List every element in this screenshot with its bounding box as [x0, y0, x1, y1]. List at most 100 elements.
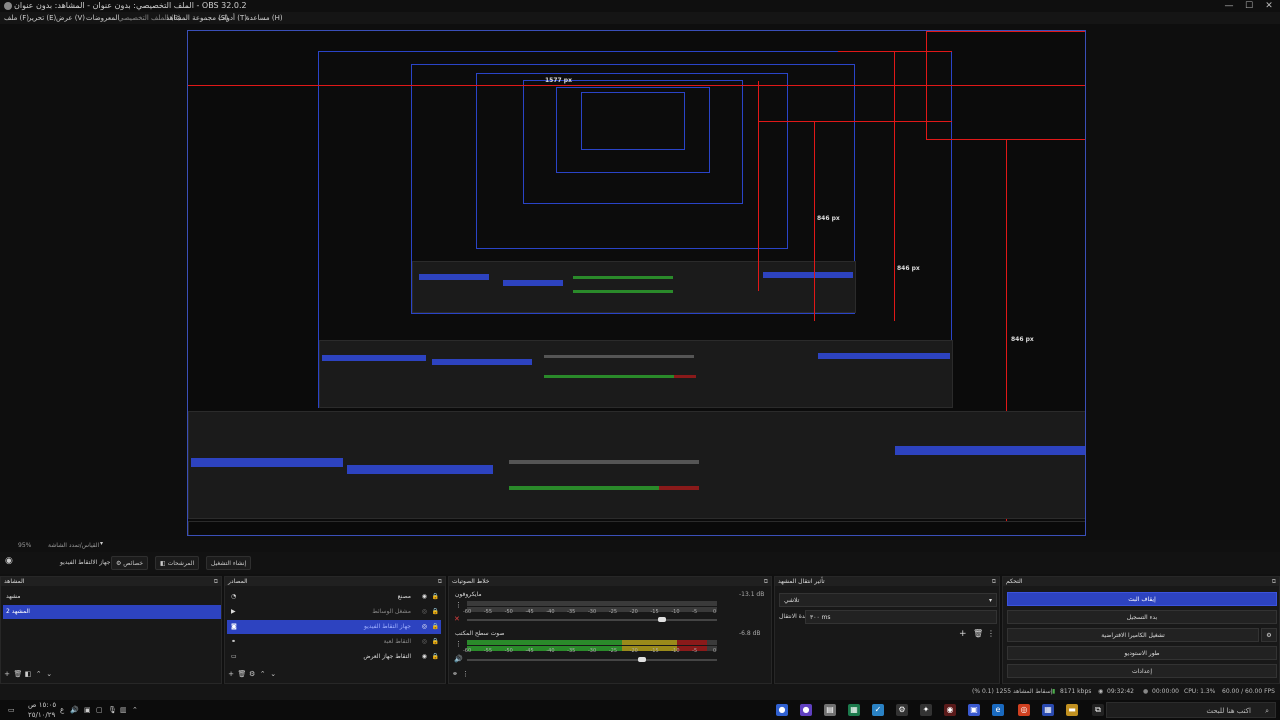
- studio-mode-button[interactable]: إنشاء التشغيل: [206, 556, 252, 570]
- network-icon[interactable]: ▣: [84, 700, 91, 720]
- source-type-icon: ▶: [231, 608, 236, 615]
- lock-icon[interactable]: 🔒: [432, 620, 439, 634]
- settings-button[interactable]: إعدادات: [1007, 664, 1277, 678]
- task-view-icon[interactable]: ⧉: [1092, 704, 1104, 716]
- source-label: مشغل الوسائط: [372, 608, 411, 615]
- folder-icon[interactable]: ▬: [1066, 704, 1078, 716]
- menu-tools[interactable]: أدوات (T): [218, 12, 247, 24]
- more-icon[interactable]: ⋮: [462, 670, 470, 678]
- menu-view[interactable]: عرض (V): [56, 12, 85, 24]
- clock-date[interactable]: ٢٥/١٠/٢٩: [28, 710, 55, 720]
- source-item[interactable]: ⚭ التقاط لعبة ◎ 🔒: [227, 635, 441, 649]
- dock-menu-icon[interactable]: ⧉: [764, 577, 768, 586]
- volume-slider-knob[interactable]: [658, 617, 666, 622]
- zoom-dropdown-icon[interactable]: ▾: [100, 540, 103, 547]
- app-icon[interactable]: ●: [776, 704, 788, 716]
- source-item[interactable]: ◔ مصنع ◉ 🔒: [227, 590, 441, 604]
- lock-icon[interactable]: 🔒: [432, 635, 439, 649]
- app-icon[interactable]: ●: [800, 704, 812, 716]
- arrow-up-icon[interactable]: ⌃: [35, 670, 43, 678]
- scene-item[interactable]: مشهد: [3, 590, 221, 604]
- app-icon[interactable]: ✦: [920, 704, 932, 716]
- arrow-up-icon[interactable]: ⌃: [259, 670, 267, 678]
- dock-menu-icon[interactable]: ⧉: [1272, 577, 1276, 586]
- app-icon[interactable]: ▣: [968, 704, 980, 716]
- lock-icon[interactable]: 🔒: [432, 650, 439, 664]
- arrow-down-icon[interactable]: ⌄: [45, 670, 53, 678]
- dock-menu-icon[interactable]: ⧉: [992, 577, 996, 586]
- add-icon[interactable]: +: [3, 670, 11, 678]
- volume-icon[interactable]: 🔊: [70, 700, 79, 720]
- stop-streaming-button[interactable]: إيقاف البث: [1007, 592, 1277, 606]
- tray-icon[interactable]: ▢: [96, 700, 103, 720]
- close-button[interactable]: ✕: [1260, 0, 1278, 12]
- eye-icon[interactable]: ◉: [422, 590, 427, 604]
- eye-off-icon[interactable]: ◎: [422, 635, 427, 649]
- meter-tick-label: -45: [525, 648, 534, 654]
- eye-off-icon[interactable]: ◎: [422, 620, 427, 634]
- settings-app-icon[interactable]: ⚙: [896, 704, 908, 716]
- clock-time[interactable]: ١٥:٠٥ ص: [28, 700, 56, 710]
- more-icon[interactable]: ⋮: [987, 629, 995, 638]
- store-icon[interactable]: ▦: [1042, 704, 1054, 716]
- transition-select[interactable]: تلاشي ▾: [779, 593, 997, 607]
- app-icon[interactable]: ✓: [872, 704, 884, 716]
- duration-spinbox[interactable]: ٣٠٠ ms: [805, 610, 997, 624]
- dock-menu-icon[interactable]: ⧉: [214, 577, 218, 586]
- channel-menu-icon[interactable]: ⋮: [455, 601, 462, 609]
- filter-icon[interactable]: ◧: [24, 670, 32, 678]
- mute-icon[interactable]: ✕: [454, 615, 460, 623]
- virtual-camera-button[interactable]: تشغيل الكاميرا الافتراضية: [1007, 628, 1259, 642]
- trash-icon[interactable]: 🗑: [14, 670, 23, 678]
- chevron-up-icon[interactable]: ⌃: [132, 700, 138, 720]
- edge-icon[interactable]: e: [992, 704, 1004, 716]
- menu-docks[interactable]: المعروضات: [86, 12, 119, 24]
- start-recording-button[interactable]: بدء التسجيل: [1007, 610, 1277, 624]
- program-preview[interactable]: 846 px 846 px 846 px 1577 px: [187, 30, 1086, 536]
- notification-icon[interactable]: ▭: [8, 700, 15, 720]
- lock-icon[interactable]: 🔒: [432, 605, 439, 619]
- guide-line: [838, 51, 952, 52]
- virtual-camera-settings-gear-icon[interactable]: ⚙: [1261, 628, 1277, 642]
- volume-slider[interactable]: [467, 619, 717, 621]
- speaker-icon[interactable]: 🔊: [454, 655, 463, 663]
- trash-icon[interactable]: 🗑: [238, 670, 247, 678]
- app-icon[interactable]: ▦: [848, 704, 860, 716]
- maximize-button[interactable]: ☐: [1240, 0, 1258, 12]
- menu-help[interactable]: مساعدة (H): [246, 12, 283, 24]
- studio-mode-toggle-button[interactable]: طور الاستوديو: [1007, 646, 1277, 660]
- meter-tick-label: -20: [629, 648, 638, 654]
- battery-icon[interactable]: ▥: [120, 700, 127, 720]
- properties-button[interactable]: ⚙ خصائص: [111, 556, 149, 570]
- add-icon[interactable]: +: [959, 629, 967, 639]
- add-icon[interactable]: +: [227, 670, 235, 678]
- channel-menu-icon[interactable]: ⋮: [455, 640, 462, 648]
- taskbar-search-input[interactable]: اكتب هنا للبحث ⌕: [1106, 702, 1276, 718]
- link-icon[interactable]: ⚭: [451, 670, 459, 678]
- scene-item-selected[interactable]: المشهد 2: [3, 605, 221, 619]
- source-item[interactable]: ▭ التقاط جهاز العرض ◉ 🔒: [227, 650, 441, 664]
- menu-edit[interactable]: تحرير (E): [28, 12, 56, 24]
- app-icon[interactable]: ▤: [824, 704, 836, 716]
- language-icon[interactable]: ع: [60, 700, 64, 720]
- filters-button[interactable]: ◧ المرشحات: [155, 556, 200, 570]
- dock-menu-icon[interactable]: ⧉: [438, 577, 442, 586]
- mic-icon[interactable]: 🎙: [108, 700, 117, 720]
- zoom-value[interactable]: 95%: [18, 542, 31, 549]
- source-item[interactable]: ▶ مشغل الوسائط ◎ 🔒: [227, 605, 441, 619]
- trash-icon[interactable]: 🗑: [973, 629, 983, 638]
- camera-icon[interactable]: ◉: [5, 556, 13, 566]
- minimize-button[interactable]: —: [1220, 0, 1238, 12]
- guide-line: [188, 85, 1085, 86]
- menu-file[interactable]: ملف (F): [4, 12, 29, 24]
- eye-icon[interactable]: ◉: [422, 650, 427, 664]
- source-item-selected[interactable]: ◙ جهاز التقاط الفيديو ◎ 🔒: [227, 620, 441, 634]
- volume-slider-knob[interactable]: [638, 657, 646, 662]
- chrome-icon[interactable]: ◎: [1018, 704, 1030, 716]
- lock-icon[interactable]: 🔒: [432, 590, 439, 604]
- volume-slider[interactable]: [467, 659, 717, 661]
- obs-taskbar-icon[interactable]: ◉: [944, 704, 956, 716]
- gear-icon[interactable]: ⚙: [248, 670, 256, 678]
- eye-off-icon[interactable]: ◎: [422, 605, 427, 619]
- arrow-down-icon[interactable]: ⌄: [269, 670, 277, 678]
